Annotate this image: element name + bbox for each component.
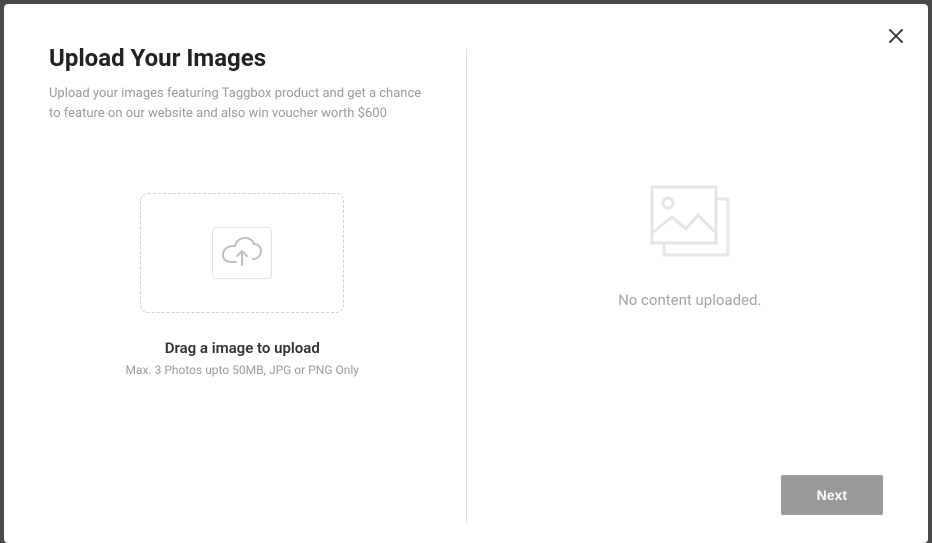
empty-state: No content uploaded.	[618, 179, 761, 309]
modal-footer: Next	[781, 475, 883, 515]
close-button[interactable]	[886, 26, 906, 46]
dropzone-label: Drag a image to upload	[165, 339, 320, 357]
empty-gallery-icon	[640, 179, 740, 269]
dropzone-constraints: Max. 3 Photos upto 50MB, JPG or PNG Only	[126, 363, 359, 377]
upload-modal: Upload Your Images Upload your images fe…	[4, 4, 928, 543]
dropzone-section: Drag a image to upload Max. 3 Photos upt…	[49, 193, 436, 377]
modal-title: Upload Your Images	[49, 44, 436, 72]
preview-panel: No content uploaded.	[467, 44, 884, 523]
modal-subtitle: Upload your images featuring Taggbox pro…	[49, 84, 436, 123]
modal-content: Upload Your Images Upload your images fe…	[4, 4, 928, 543]
cloud-upload-icon	[221, 237, 263, 269]
upload-icon-container	[212, 227, 272, 279]
upload-panel: Upload Your Images Upload your images fe…	[49, 44, 466, 523]
close-icon	[889, 29, 903, 43]
next-button[interactable]: Next	[781, 475, 883, 515]
empty-state-label: No content uploaded.	[618, 291, 761, 309]
file-dropzone[interactable]	[140, 193, 344, 313]
